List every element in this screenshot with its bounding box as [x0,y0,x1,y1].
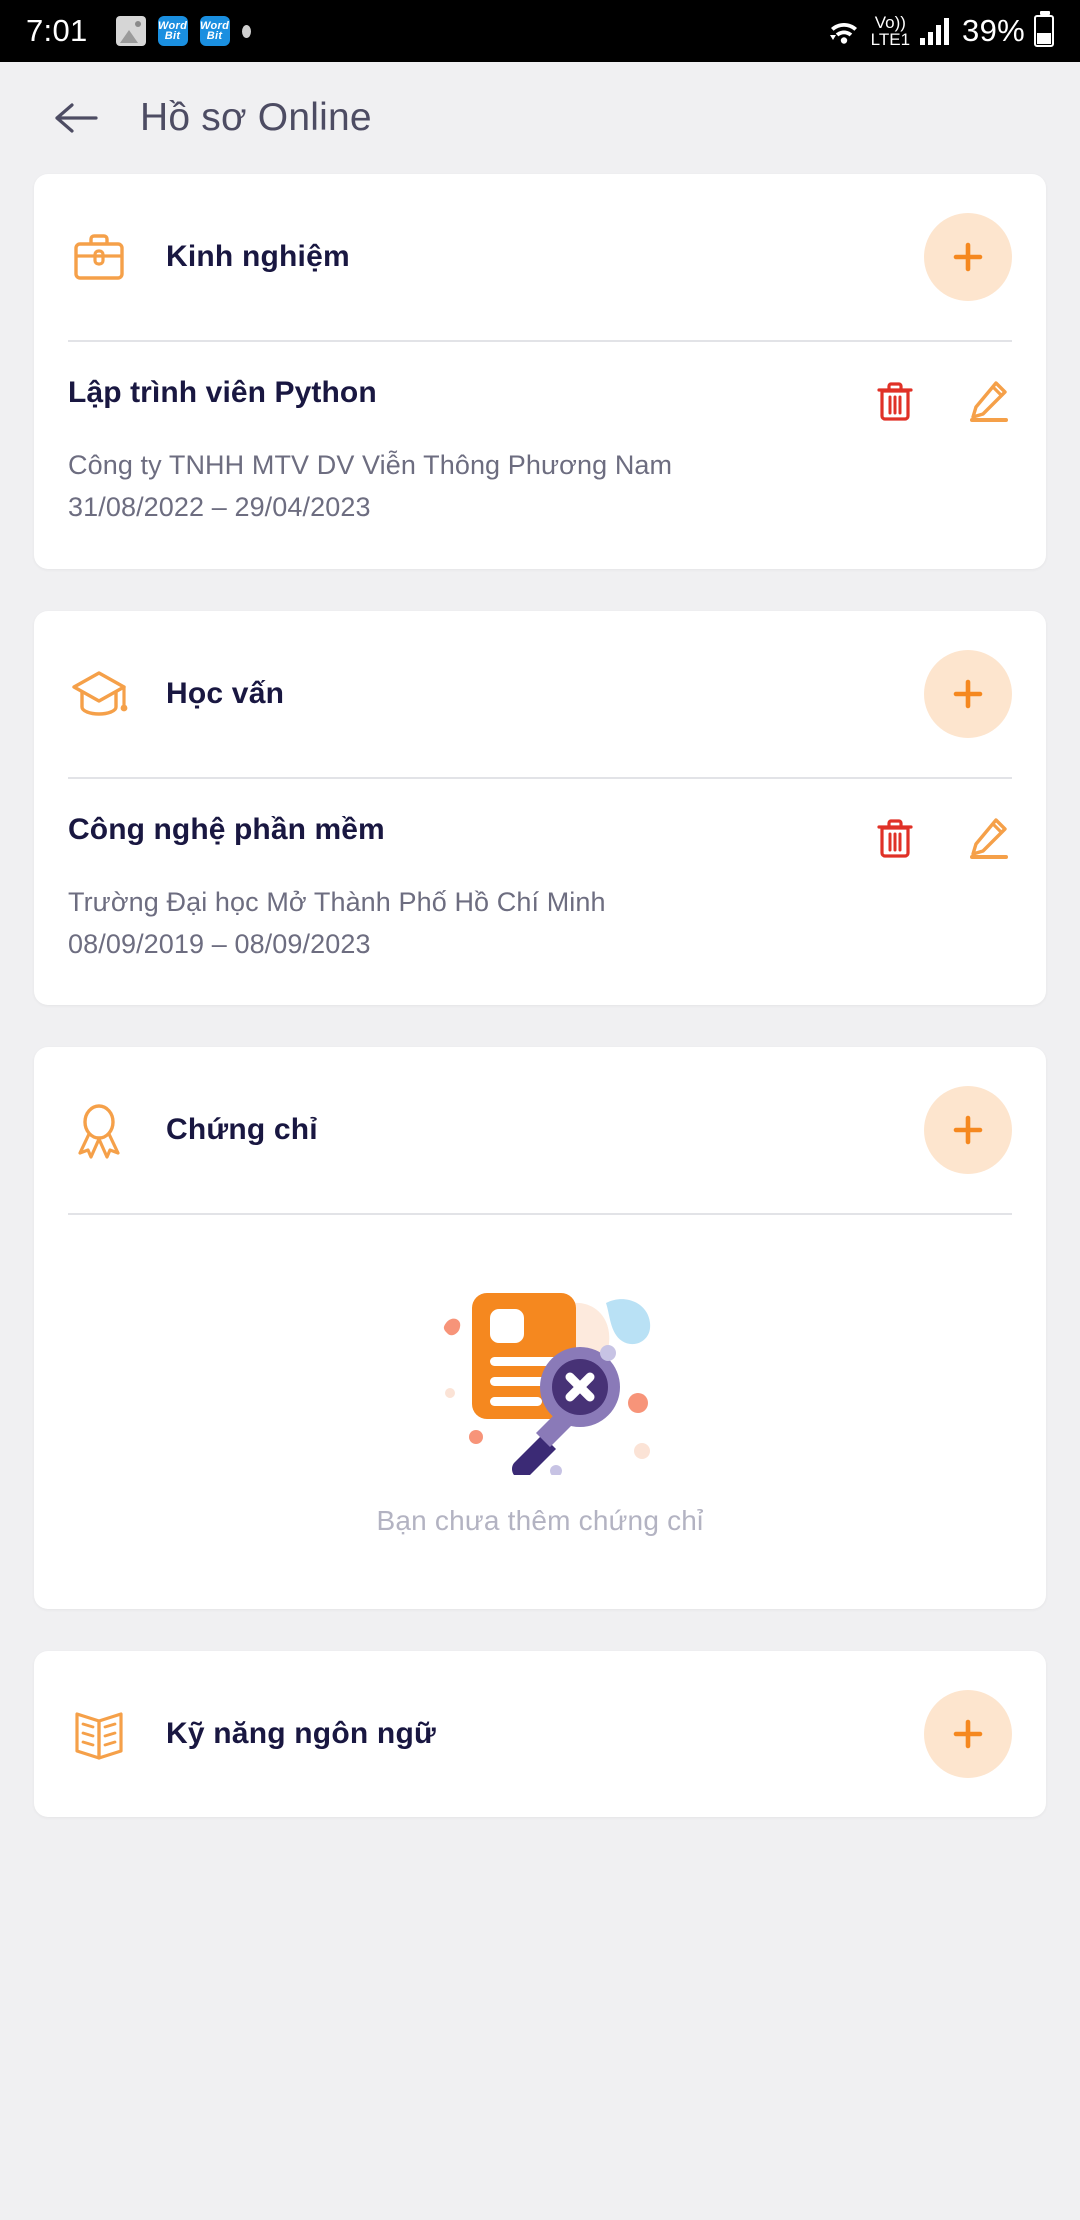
plus-icon [953,679,983,708]
signal-bars-icon [920,18,950,45]
delete-education-button[interactable] [872,815,918,861]
briefcase-icon [68,226,130,288]
battery-percent: 39% [962,13,1025,48]
entry-title-row: Lập trình viên Python [68,376,1012,424]
pencil-icon [970,817,1008,859]
award-ribbon-icon [68,1099,130,1161]
edit-experience-button[interactable] [966,378,1012,424]
section-title-education: Học vấn [166,676,285,710]
certificates-empty-state: Bạn chưa thêm chứng chỉ [68,1215,1012,1609]
profile-sections-list: Kinh nghiệm Lập trình viên Python Công t… [0,174,1080,1818]
status-bar-right: Vo)) LTE1 39% [826,11,1054,49]
volte-indicator: Vo)) LTE1 [870,13,911,49]
no-document-found-illustration [443,1293,651,1476]
section-title-experience: Kinh nghiệm [166,240,350,273]
entry-actions [872,813,1012,861]
dot-icon [241,24,251,38]
back-arrow-icon [55,103,98,133]
status-bar: 7:01 Word Bit Word Bit Vo)) LTE1 39% [0,0,1080,62]
section-card-language-skills: Kỹ năng ngôn ngữ [34,1651,1046,1818]
entry-actions [872,376,1012,424]
wifi-icon [829,23,857,44]
section-card-experience: Kinh nghiệm Lập trình viên Python Công t… [34,174,1046,569]
add-education-button[interactable] [924,649,1012,738]
status-time: 7:01 [26,13,88,48]
add-experience-button[interactable] [924,213,1012,301]
plus-icon [953,1116,983,1145]
plus-icon [953,1720,983,1749]
section-header-certificates: Chứng chỉ [68,1047,1012,1213]
wordbit-icon-2: Word Bit [199,16,230,46]
status-bar-left: 7:01 Word Bit Word Bit [26,13,826,49]
wordbit-icon-1: Word Bit [157,16,188,46]
pencil-icon [970,381,1008,422]
graduation-cap-icon [68,663,130,725]
section-header-education: Học vấn [68,611,1012,777]
battery-icon [1034,11,1054,47]
page-title: Hồ sơ Online [140,96,372,139]
section-card-certificates: Chứng chỉ Bạn chưa thêm chứng chỉ [34,1047,1046,1610]
trash-icon [877,382,913,421]
section-card-education: Học vấn Công nghệ phần mềm Trường Đại họ… [34,610,1046,1006]
section-header-experience: Kinh nghiệm [68,174,1012,340]
app-header: Hồ sơ Online [0,62,1080,174]
trash-icon [877,819,913,858]
entry-title: Công nghệ phần mềm [68,812,385,846]
edit-education-button[interactable] [966,815,1012,861]
entry-dates: 08/09/2019 – 08/09/2023 [68,928,371,959]
experience-entry[interactable]: Lập trình viên Python Công ty TNHH MTV D… [68,342,1012,569]
entry-title-row: Công nghệ phần mềm [68,813,1012,861]
entry-dates: 31/08/2022 – 29/04/2023 [68,492,371,523]
entry-organization: Trường Đại học Mở Thành Phố Hồ Chí Minh [68,886,606,917]
section-title-language-skills: Kỹ năng ngôn ngữ [166,1717,436,1751]
certificates-empty-text: Bạn chưa thêm chứng chỉ [376,1505,704,1537]
education-entry[interactable]: Công nghệ phần mềm Trường Đại học Mở Thà… [68,779,1012,1006]
gallery-icon [115,16,146,46]
delete-experience-button[interactable] [872,378,918,424]
add-language-skill-button[interactable] [924,1690,1012,1779]
open-book-icon [68,1703,130,1765]
entry-organization: Công ty TNHH MTV DV Viễn Thông Phương Na… [68,450,673,480]
plus-icon [953,242,983,272]
add-certificate-button[interactable] [924,1086,1012,1175]
entry-title: Lập trình viên Python [68,376,377,409]
section-header-language-skills: Kỹ năng ngôn ngữ [68,1651,1012,1817]
back-button[interactable] [46,89,104,147]
section-title-certificates: Chứng chỉ [166,1113,318,1147]
